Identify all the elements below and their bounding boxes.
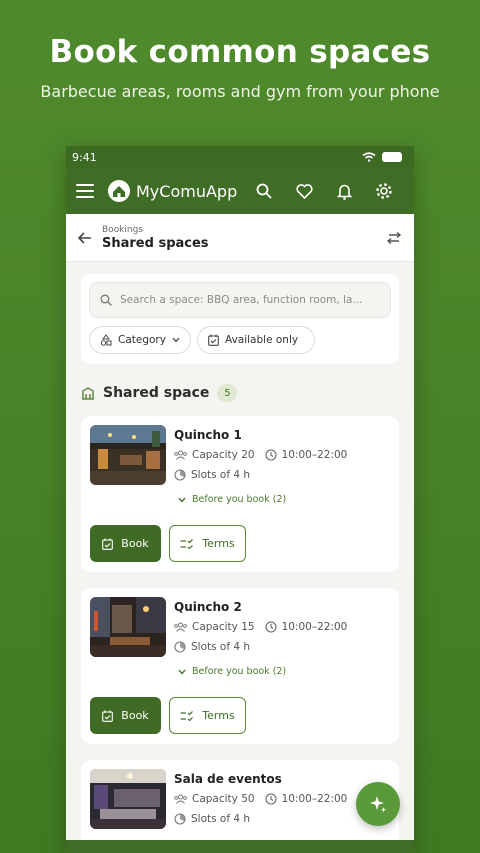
space-name: Sala de eventos	[174, 772, 282, 786]
battery-icon	[382, 152, 402, 162]
app-name: MyComuApp	[136, 181, 238, 201]
bell-icon[interactable]	[324, 183, 364, 200]
capacity-hours-row: Capacity 50 10:00–22:00	[174, 793, 347, 805]
section-header: Shared space 5	[81, 384, 238, 402]
space-hours: 10:00–22:00	[281, 449, 348, 461]
menu-icon[interactable]	[76, 184, 94, 198]
clock-icon	[265, 449, 277, 461]
timer-icon	[174, 469, 186, 481]
book-button[interactable]: Book	[90, 525, 161, 562]
terms-button[interactable]: Terms	[169, 697, 246, 734]
capacity-hours-row: Capacity 15 10:00–22:00	[174, 621, 347, 633]
back-arrow-icon[interactable]	[78, 231, 92, 244]
space-name: Quincho 1	[174, 428, 242, 442]
before-you-book-label: Before you book (2)	[192, 666, 287, 677]
category-filter[interactable]: Category	[89, 326, 191, 354]
chevron-down-icon	[178, 669, 186, 675]
heart-icon[interactable]	[284, 183, 324, 199]
calendar-icon	[208, 334, 219, 346]
space-name: Quincho 2	[174, 600, 242, 614]
building-icon	[82, 387, 94, 400]
available-only-filter[interactable]: Available only	[197, 326, 316, 354]
space-slots: Slots of 4 h	[191, 641, 251, 653]
search-placeholder: Search a space: BBQ area, function room,…	[120, 294, 363, 306]
shapes-icon	[100, 334, 112, 346]
clock-icon	[265, 621, 277, 633]
space-capacity: Capacity 15	[192, 621, 255, 633]
timer-icon	[174, 813, 186, 825]
app-bar: MyComuApp	[66, 168, 414, 214]
space-photo	[90, 425, 166, 485]
hero-subtitle: Barbecue areas, rooms and gym from your …	[40, 82, 440, 101]
breadcrumb-parent: Bookings	[102, 224, 144, 235]
book-button-label: Book	[121, 709, 149, 722]
checklist-icon	[180, 710, 194, 721]
category-filter-label: Category	[118, 334, 166, 346]
breadcrumb: Bookings Shared spaces	[102, 225, 386, 251]
gear-icon[interactable]	[364, 182, 404, 200]
section-title: Shared space	[103, 385, 210, 401]
search-icon[interactable]	[244, 183, 284, 199]
terms-button[interactable]: Terms	[169, 525, 246, 562]
subheader: Bookings Shared spaces	[66, 214, 414, 262]
status-time: 9:41	[72, 150, 97, 164]
space-card: Quincho 2 Capacity 15 10:00–22:00 Slots …	[81, 588, 399, 744]
app-logo-icon	[108, 180, 130, 202]
swap-icon[interactable]	[386, 231, 402, 244]
space-slots: Slots of 4 h	[191, 813, 251, 825]
available-only-label: Available only	[225, 334, 299, 346]
calendar-check-icon	[102, 710, 114, 722]
status-bar: 9:41	[66, 146, 414, 168]
terms-button-label: Terms	[202, 709, 235, 722]
space-slots: Slots of 4 h	[191, 469, 251, 481]
capacity-hours-row: Capacity 20 10:00–22:00	[174, 449, 347, 461]
bottom-nav-edge	[66, 840, 414, 853]
section-count-badge: 5	[217, 384, 238, 402]
chevron-down-icon	[178, 497, 186, 503]
timer-icon	[174, 641, 186, 653]
page-title: Shared spaces	[102, 235, 209, 251]
slots-row: Slots of 4 h	[174, 641, 250, 653]
people-icon	[174, 450, 187, 460]
checklist-icon	[180, 538, 194, 549]
space-hours: 10:00–22:00	[281, 793, 348, 805]
space-photo	[90, 769, 166, 829]
slots-row: Slots of 4 h	[174, 813, 250, 825]
space-photo	[90, 597, 166, 657]
calendar-check-icon	[102, 538, 114, 550]
before-you-book-label: Before you book (2)	[192, 494, 287, 505]
space-card: Quincho 1 Capacity 20 10:00–22:00 Slots …	[81, 416, 399, 572]
search-input[interactable]: Search a space: BBQ area, function room,…	[89, 282, 391, 318]
book-button[interactable]: Book	[90, 697, 161, 734]
before-you-book-toggle[interactable]: Before you book (2)	[178, 666, 286, 677]
book-button-label: Book	[121, 537, 149, 550]
search-field-icon	[100, 294, 112, 306]
people-icon	[174, 794, 187, 804]
phone-screen: 9:41 MyComuApp Bookings Shared spaces Se…	[66, 146, 414, 853]
before-you-book-toggle[interactable]: Before you book (2)	[178, 494, 286, 505]
space-capacity: Capacity 20	[192, 449, 255, 461]
hero-title: Book common spaces	[49, 34, 431, 70]
terms-button-label: Terms	[202, 537, 235, 550]
chevron-down-icon	[172, 337, 180, 343]
slots-row: Slots of 4 h	[174, 469, 250, 481]
sparkles-icon	[370, 796, 386, 813]
search-card: Search a space: BBQ area, function room,…	[81, 274, 399, 364]
space-hours: 10:00–22:00	[281, 621, 348, 633]
ai-assistant-fab[interactable]	[356, 782, 400, 826]
people-icon	[174, 622, 187, 632]
clock-icon	[265, 793, 277, 805]
space-capacity: Capacity 50	[192, 793, 255, 805]
wifi-icon	[362, 152, 376, 162]
